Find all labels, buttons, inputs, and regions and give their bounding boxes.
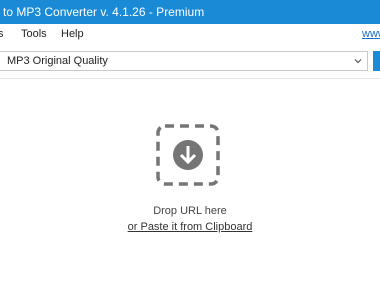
chevron-down-icon <box>354 59 362 64</box>
menu-item-partial[interactable]: s <box>0 24 4 44</box>
paste-clipboard-link-row: or Paste it from Clipboard <box>0 221 380 233</box>
action-button[interactable] <box>373 51 380 71</box>
menu-item-tools[interactable]: Tools <box>21 24 47 44</box>
download-arrow-icon[interactable] <box>156 124 220 186</box>
drop-url-text: Drop URL here <box>153 205 227 217</box>
menu-item-help[interactable]: Help <box>61 24 84 44</box>
window-title: e to MP3 Converter v. 4.1.26 - Premium <box>0 5 205 19</box>
quality-dropdown[interactable]: MP3 Original Quality <box>0 51 368 71</box>
menu-bar: s Tools Help www <box>0 24 380 44</box>
title-bar: e to MP3 Converter v. 4.1.26 - Premium <box>0 0 380 24</box>
quality-selected-value: MP3 Original Quality <box>7 55 108 67</box>
separator <box>0 78 380 79</box>
paste-clipboard-link[interactable]: or Paste it from Clipboard <box>128 221 253 233</box>
website-link[interactable]: www <box>362 24 380 44</box>
